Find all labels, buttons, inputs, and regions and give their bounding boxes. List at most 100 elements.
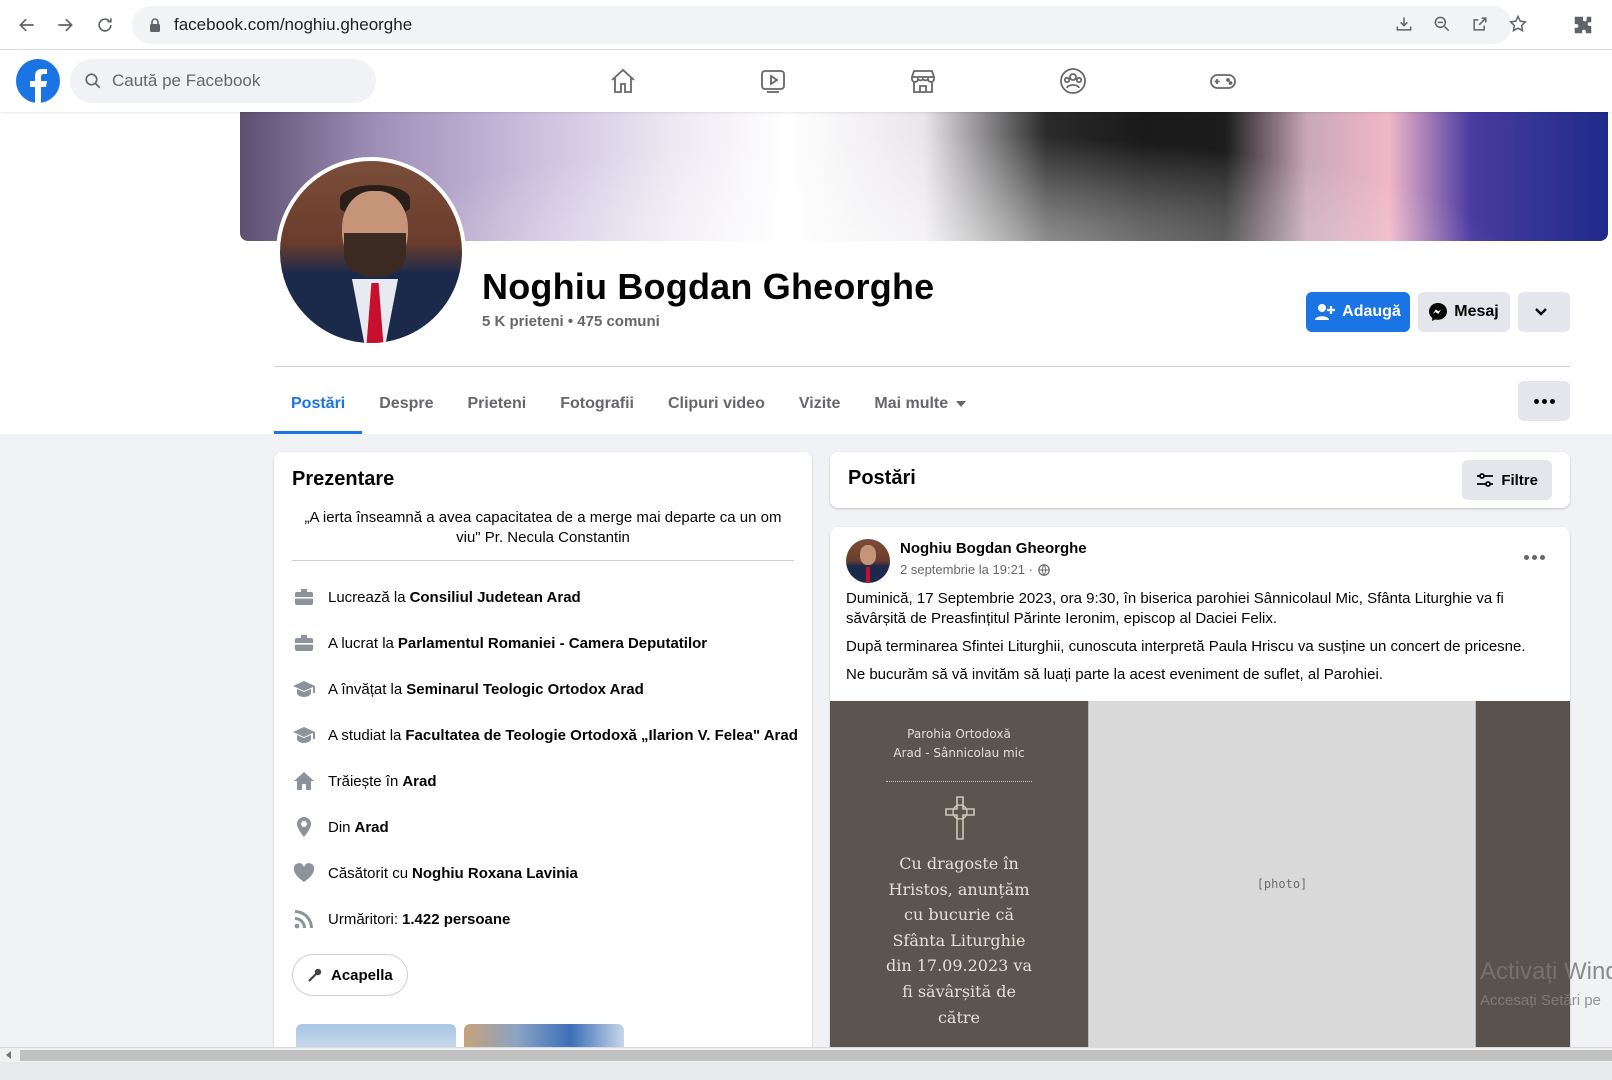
- nav-gaming[interactable]: [1168, 50, 1278, 112]
- post-paragraph: Ne bucurăm să vă invităm să luați parte …: [846, 666, 1383, 683]
- bookmark-star-icon[interactable]: [1508, 14, 1528, 34]
- intro-card: Prezentare „A ierta înseamnă a avea capa…: [274, 452, 812, 1052]
- intro-item: Căsătorit cu Noghiu Roxana Lavinia: [292, 850, 802, 896]
- intro-item-prefix: Trăiește în: [328, 772, 399, 790]
- location-pin-icon: [297, 817, 311, 837]
- intro-item-link[interactable]: 1.422 persoane: [402, 911, 510, 928]
- intro-item: Lucrează la Consiliul Judetean Arad: [292, 574, 802, 620]
- home-icon: [294, 772, 314, 790]
- post-paragraph: După terminarea Sfintei Liturghii, cunos…: [846, 638, 1526, 655]
- rss-icon: [294, 910, 313, 929]
- microphone-icon: [308, 968, 322, 982]
- hobby-label: Acapella: [331, 966, 393, 984]
- invitation-divider: [886, 781, 1032, 782]
- nav-groups[interactable]: [1018, 50, 1128, 112]
- nav-home[interactable]: [568, 50, 678, 112]
- arrow-left-icon: [19, 18, 34, 32]
- more-horizontal-icon: [1533, 398, 1555, 404]
- invitation-panel: Parohia Ortodoxă Arad - Sânnicolau mic C…: [830, 701, 1088, 1067]
- post-options-button[interactable]: [1516, 547, 1552, 567]
- intro-item-link[interactable]: Parlamentul Romaniei - Camera Deputatilo…: [398, 635, 707, 652]
- tab-posts[interactable]: Postări: [274, 374, 363, 434]
- briefcase-icon: [295, 635, 313, 651]
- filters-label: Filtre: [1501, 471, 1538, 489]
- tab-photos[interactable]: Fotografii: [543, 374, 651, 434]
- facebook-logo-icon[interactable]: [16, 59, 60, 103]
- bishop-photo: [photo]: [1088, 701, 1476, 1067]
- shop-icon: [911, 70, 935, 93]
- windows-activation-title: Activați Wind: [1480, 958, 1612, 985]
- zoom-icon[interactable]: [1432, 14, 1452, 34]
- share-icon[interactable]: [1470, 14, 1490, 34]
- profile-name: Noghiu Bogdan Gheorghe: [482, 266, 935, 307]
- intro-item-link[interactable]: Noghiu Roxana Lavinia: [412, 865, 578, 882]
- tab-more[interactable]: Mai multe: [857, 374, 983, 434]
- more-horizontal-icon: [1523, 554, 1545, 560]
- posts-title: Postări: [848, 467, 916, 489]
- hobby-chip[interactable]: Acapella: [292, 954, 408, 996]
- facebook-search[interactable]: [70, 59, 376, 103]
- extensions-puzzle-icon[interactable]: [1572, 14, 1594, 36]
- intro-item-link[interactable]: Consiliul Judetean Arad: [410, 589, 581, 606]
- game-controller-icon: [1210, 74, 1236, 89]
- post-timestamp[interactable]: 2 septembrie la 19:21 ·: [900, 562, 1050, 577]
- search-input[interactable]: [112, 71, 342, 91]
- search-icon: [85, 73, 101, 89]
- nav-watch[interactable]: [718, 50, 828, 112]
- heart-icon: [293, 863, 315, 882]
- scrollbar-thumb[interactable]: [20, 1050, 1612, 1061]
- graduation-cap-icon: [293, 727, 315, 743]
- header-divider: [274, 366, 1570, 367]
- install-app-icon[interactable]: [1394, 14, 1414, 34]
- intro-item-link[interactable]: Arad: [355, 819, 389, 836]
- briefcase-icon: [295, 589, 313, 605]
- profile-options-dropdown[interactable]: [1518, 292, 1570, 332]
- filters-button[interactable]: Filtre: [1462, 460, 1552, 500]
- intro-item-link[interactable]: Arad: [402, 773, 436, 790]
- intro-item: A studiat la Facultatea de Teologie Ortod…: [292, 712, 802, 758]
- add-friend-icon: [1315, 304, 1336, 320]
- profile-more-button[interactable]: [1518, 381, 1570, 421]
- nav-marketplace[interactable]: [868, 50, 978, 112]
- intro-item-prefix: Lucrează la: [328, 588, 406, 606]
- forward-button[interactable]: [50, 10, 80, 40]
- graduation-cap-icon: [293, 681, 315, 697]
- post-card: Noghiu Bogdan Gheorghe 2 septembrie la 1…: [830, 527, 1570, 1067]
- horizontal-scrollbar[interactable]: [0, 1047, 1612, 1062]
- omnibox-actions: [1394, 14, 1528, 34]
- add-friend-button[interactable]: Adaugă: [1306, 292, 1410, 332]
- friends-count[interactable]: 5 K prieteni • 475 comuni: [482, 313, 660, 330]
- tab-friends[interactable]: Prieteni: [451, 374, 544, 434]
- chevron-down-icon: [1534, 308, 1547, 316]
- profile-picture[interactable]: [276, 157, 466, 347]
- back-button[interactable]: [12, 10, 42, 40]
- browser-toolbar: facebook.com/noghiu.gheorghe: [0, 0, 1612, 50]
- reload-button[interactable]: [90, 10, 120, 40]
- intro-item-prefix: Căsătorit cu: [328, 864, 409, 882]
- caret-down-icon: [956, 401, 967, 407]
- messenger-icon: [1429, 303, 1448, 321]
- scroll-left-arrow-icon[interactable]: [6, 1051, 11, 1059]
- tab-videos[interactable]: Clipuri video: [651, 374, 782, 434]
- intro-item-link[interactable]: Seminarul Teologic Ortodox Arad: [406, 681, 644, 698]
- tab-about[interactable]: Despre: [362, 374, 450, 434]
- intro-title: Prezentare: [292, 468, 395, 490]
- post-author-avatar[interactable]: [846, 539, 890, 583]
- photo-placeholder: [photo]: [1256, 877, 1308, 891]
- globe-icon: [1038, 563, 1050, 576]
- post-author-name[interactable]: Noghiu Bogdan Gheorghe: [900, 540, 1087, 557]
- intro-item: Trăiește în Arad: [292, 758, 802, 804]
- intro-item-link[interactable]: Facultatea de Teologie Ortodoxă „Ilarion…: [405, 727, 798, 744]
- address-bar[interactable]: facebook.com/noghiu.gheorghe: [132, 6, 1512, 44]
- post-image[interactable]: Parohia Ortodoxă Arad - Sânnicolau mic C…: [830, 701, 1570, 1067]
- intro-item: A învățat la Seminarul Teologic Ortodox A…: [292, 666, 802, 712]
- reload-icon: [98, 18, 112, 32]
- invitation-header: Parohia Ortodoxă Arad - Sânnicolau mic: [893, 727, 1025, 760]
- add-friend-label: Adaugă: [1342, 303, 1401, 320]
- intro-details-list: Lucrează la Consiliul Judetean Arad A lucr…: [292, 574, 802, 942]
- intro-item: Urmăritori: 1.422 persoane: [292, 896, 802, 942]
- message-button[interactable]: Mesaj: [1418, 292, 1510, 332]
- video-play-icon: [761, 70, 785, 93]
- intro-item-prefix: A studiat la: [328, 726, 402, 744]
- tab-check-ins[interactable]: Vizite: [782, 374, 858, 434]
